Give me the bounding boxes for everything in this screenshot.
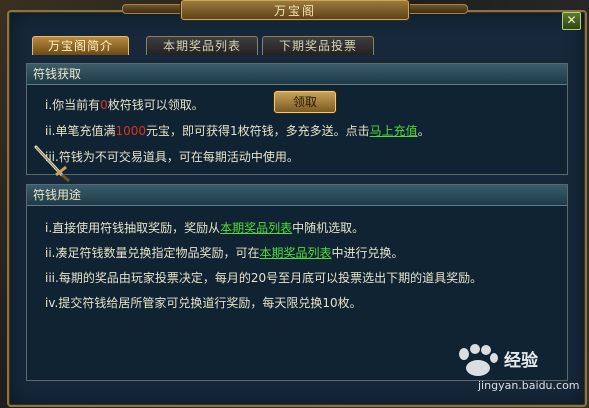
- close-button[interactable]: ✕: [562, 12, 581, 30]
- claim-button[interactable]: 领取: [274, 91, 336, 113]
- baidu-paw-icon: [459, 344, 498, 376]
- obtain-line-1: i.你当前有0枚符钱可以领取。: [45, 96, 204, 113]
- obtain-line-2-text: ii.单笔充值满: [45, 124, 116, 138]
- use-line-1: i.直接使用符钱抽取奖励，奖励从本期奖品列表中随机选取。: [45, 219, 364, 236]
- use-line-1-text: i.直接使用符钱抽取奖励，奖励从: [45, 221, 221, 235]
- use-line-2: ii.凑足符钱数量兑换指定物品奖励，可在本期奖品列表中进行兑换。: [45, 244, 404, 261]
- title-ornament-right: [406, 4, 468, 14]
- sword-cursor-icon: [34, 145, 70, 183]
- recharge-amount: 1000: [115, 124, 147, 138]
- use-line-4: iv.提交符钱给居所管家可兑换道行奖励，每天限兑换10枚。: [45, 296, 362, 310]
- obtain-line-2-rest: 元宝，即可获得1枚符钱，多充多送。点击: [146, 124, 370, 138]
- current-prize-list-link-1[interactable]: 本期奖品列表: [220, 221, 292, 235]
- current-prize-list-link-2[interactable]: 本期奖品列表: [259, 246, 331, 260]
- baidu-watermark: 经验 jingyan.baidu.com: [452, 344, 582, 404]
- obtain-line-2: ii.单笔充值满1000元宝，即可获得1枚符钱，多充多送。点击马上充值。: [45, 122, 430, 139]
- use-line-3: iii.每期的奖品由玩家投票决定，每月的20号至月底可以投票选出下期的道具奖励。: [45, 271, 483, 285]
- title-plate: 万宝阁: [181, 0, 409, 20]
- title-ornament-left: [122, 4, 184, 14]
- obtain-line-3: iii.符钱为不可交易道具，可在每期活动中使用。: [45, 150, 299, 164]
- use-line-2-end: 中进行兑换。: [331, 246, 404, 260]
- watermark-url: jingyan.baidu.com: [478, 379, 580, 392]
- window-title: 万宝阁: [273, 4, 316, 18]
- obtain-line-1-prefix: i.你当前有: [45, 98, 101, 112]
- tab-current-prizes[interactable]: 本期奖品列表: [146, 36, 258, 55]
- obtain-line-2-end: 。: [417, 124, 430, 138]
- use-line-1-end: 中随机选取。: [292, 221, 365, 235]
- watermark-brand: 经验: [504, 351, 538, 371]
- obtain-line-1-suffix: 枚符钱可以领取。: [107, 98, 204, 112]
- recharge-now-link[interactable]: 马上充值: [370, 124, 418, 138]
- use-line-2-text: ii.凑足符钱数量兑换指定物品奖励，可在: [45, 246, 260, 260]
- panel-obtain: 符钱获取 i.你当前有0枚符钱可以领取。 领取 ii.单笔充值满1000元宝，即…: [26, 63, 568, 175]
- close-icon: ✕: [566, 13, 577, 27]
- panel-use-header: 符钱用途: [27, 185, 567, 206]
- tab-next-vote[interactable]: 下期奖品投票: [262, 36, 374, 55]
- panel-obtain-header: 符钱获取: [27, 64, 567, 85]
- fuqian-count: 0: [100, 98, 108, 112]
- tab-intro[interactable]: 万宝阁简介: [32, 36, 129, 55]
